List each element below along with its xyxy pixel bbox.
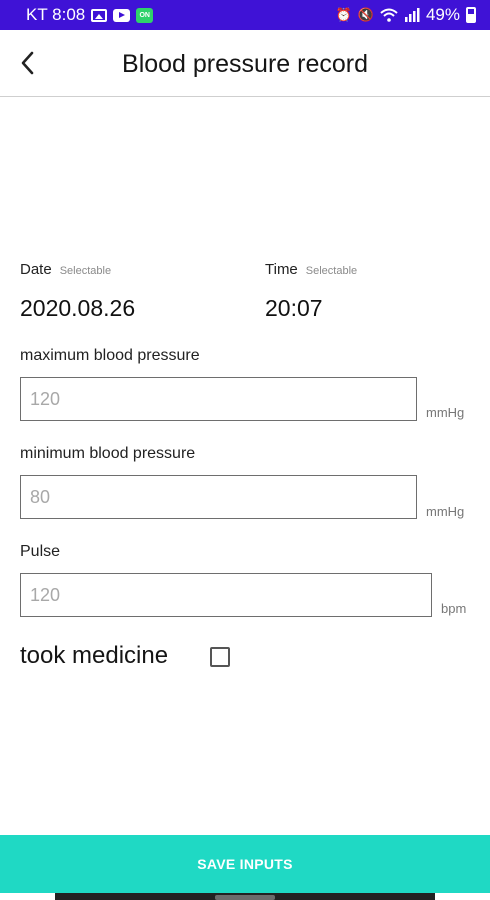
min-bp-label: minimum blood pressure <box>20 445 196 462</box>
time-label-row: Time Selectable <box>265 261 357 278</box>
status-right: ⏰ 🔇 49% <box>336 5 476 25</box>
max-bp-unit: mmHg <box>426 405 465 420</box>
home-handle[interactable] <box>215 895 275 900</box>
carrier-time: KT 8:08 <box>26 5 86 24</box>
took-medicine-checkbox[interactable] <box>210 647 230 667</box>
time-hint: Selectable <box>305 265 358 277</box>
date-hint: Selectable <box>59 265 112 277</box>
wifi-icon <box>380 8 398 22</box>
time-label: Time <box>265 261 298 278</box>
battery-percent: 49% <box>425 5 460 24</box>
youtube-icon <box>113 8 131 22</box>
max-bp-input[interactable] <box>20 377 417 421</box>
time-value[interactable]: 20:07 <box>265 295 323 322</box>
chat-badge-text: ON <box>139 11 150 19</box>
date-label-row: Date Selectable <box>20 261 111 278</box>
app-header: Blood pressure record <box>0 30 490 97</box>
page-title: Blood pressure record <box>122 50 368 78</box>
pulse-label: Pulse <box>20 543 61 560</box>
save-inputs-button[interactable]: SAVE INPUTS <box>0 835 490 893</box>
alarm-icon: ⏰ <box>335 7 352 22</box>
battery-icon <box>466 7 476 23</box>
max-bp-label: maximum blood pressure <box>20 347 200 364</box>
mute-icon: 🔇 <box>357 7 374 22</box>
pulse-unit: bpm <box>441 601 467 616</box>
min-bp-unit: mmHg <box>426 504 465 519</box>
chat-icon: ON <box>136 7 154 23</box>
took-medicine-label: took medicine <box>20 642 169 669</box>
pulse-input[interactable] <box>20 573 432 617</box>
image-icon <box>91 8 108 22</box>
status-bar: KT 8:08 ON ⏰ 🔇 49% <box>0 0 490 30</box>
status-left: KT 8:08 ON <box>26 5 154 25</box>
min-bp-input[interactable] <box>20 475 417 519</box>
date-value[interactable]: 2020.08.26 <box>20 295 135 322</box>
date-label: Date <box>20 261 52 278</box>
signal-icon <box>404 8 420 22</box>
